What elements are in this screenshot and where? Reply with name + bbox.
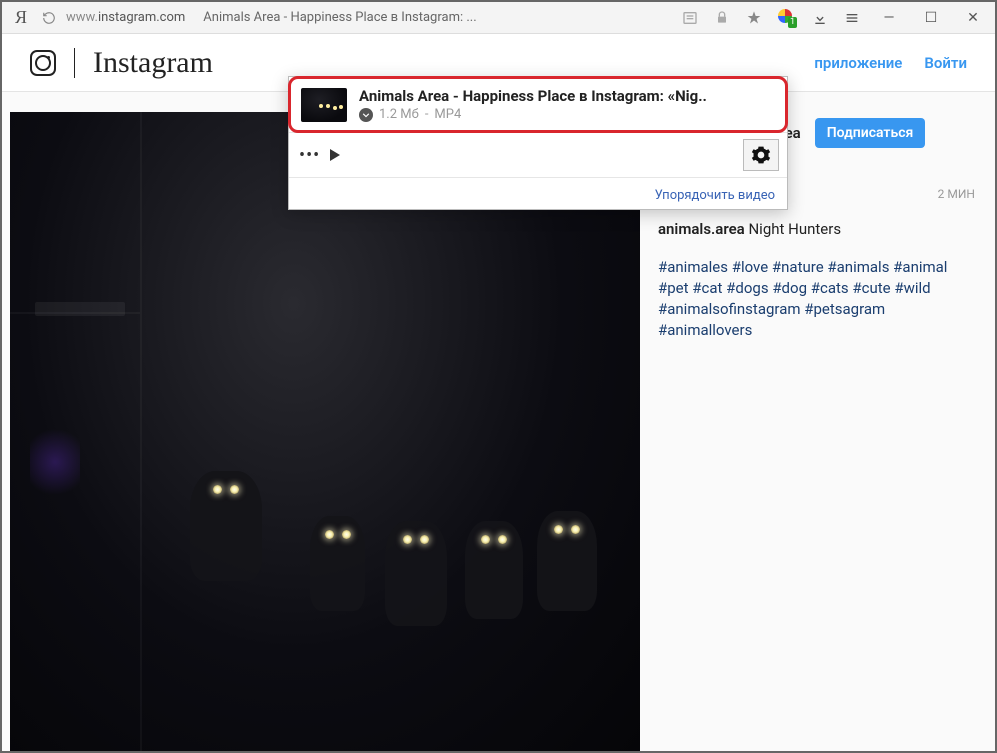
hashtag-link[interactable]: #wild: [894, 279, 930, 297]
download-thumbnail: [301, 88, 347, 122]
login-link[interactable]: Войти: [924, 54, 967, 72]
hashtag-link[interactable]: #cute: [852, 279, 890, 297]
instagram-logotype[interactable]: Instagram: [93, 46, 213, 80]
hashtag-link[interactable]: #animals: [827, 258, 889, 276]
star-icon[interactable]: [745, 9, 763, 27]
extension-badge-count: 1: [788, 17, 797, 28]
header-divider: [74, 48, 75, 78]
hashtag-link[interactable]: #dog: [772, 279, 807, 297]
url-prefix: www.: [66, 10, 98, 25]
caption-text: Night Hunters: [748, 220, 841, 238]
instagram-glyph-icon[interactable]: [30, 50, 56, 76]
get-app-link[interactable]: приложение: [814, 54, 902, 72]
hashtag-link[interactable]: #dogs: [726, 279, 768, 297]
post-time: 2 мин: [938, 187, 975, 201]
yandex-logo[interactable]: Я: [10, 7, 32, 28]
window-maximize[interactable]: ☐: [917, 10, 945, 26]
lock-icon[interactable]: [713, 9, 731, 27]
hashtag-block: #animales #love #nature #animals #animal…: [658, 257, 975, 341]
hashtag-link[interactable]: #love: [732, 258, 768, 276]
download-format: MP4: [434, 107, 461, 122]
page-title: Animals Area - Happiness Place в Instagr…: [203, 10, 476, 25]
hashtag-link[interactable]: #animal: [893, 258, 947, 276]
post-caption: animals.area Night Hunters: [658, 218, 975, 241]
more-options-button[interactable]: •••: [297, 145, 322, 166]
hashtag-link[interactable]: #cats: [811, 279, 849, 297]
browser-titlebar: Я www.instagram.com Animals Area - Happi…: [2, 2, 995, 34]
download-size: 1.2 Мб: [379, 107, 419, 122]
download-title: Animals Area - Happiness Place в Instagr…: [359, 87, 775, 105]
reload-icon[interactable]: [42, 11, 56, 25]
download-extension-popup: Animals Area - Happiness Place в Instagr…: [288, 76, 788, 210]
extension-savefrom-icon[interactable]: 1: [777, 8, 797, 28]
settings-button[interactable]: [743, 139, 779, 171]
hashtag-link[interactable]: #animales: [658, 258, 728, 276]
subscribe-button[interactable]: Подписаться: [815, 118, 926, 148]
download-item[interactable]: Animals Area - Happiness Place в Instagr…: [288, 76, 788, 133]
organize-video-link[interactable]: Упорядочить видео: [655, 188, 775, 203]
hashtag-link[interactable]: #cat: [692, 279, 722, 297]
window-minimize[interactable]: —: [875, 10, 903, 26]
hashtag-link[interactable]: #animalsofinstagram: [658, 300, 801, 318]
caption-username[interactable]: animals.area: [658, 220, 745, 238]
address-bar[interactable]: www.instagram.com: [66, 10, 185, 25]
hashtag-link[interactable]: #animallovers: [658, 321, 752, 339]
download-icon: [359, 108, 373, 122]
menu-icon[interactable]: [843, 9, 861, 27]
play-icon[interactable]: [330, 149, 340, 161]
hashtag-link[interactable]: #pet: [658, 279, 689, 297]
reader-icon[interactable]: [681, 9, 699, 27]
hashtag-link[interactable]: #nature: [772, 258, 824, 276]
window-close[interactable]: ✕: [959, 10, 987, 26]
url-domain: instagram.com: [98, 10, 185, 25]
downloads-icon[interactable]: [811, 9, 829, 27]
hashtag-link[interactable]: #petsagram: [804, 300, 885, 318]
